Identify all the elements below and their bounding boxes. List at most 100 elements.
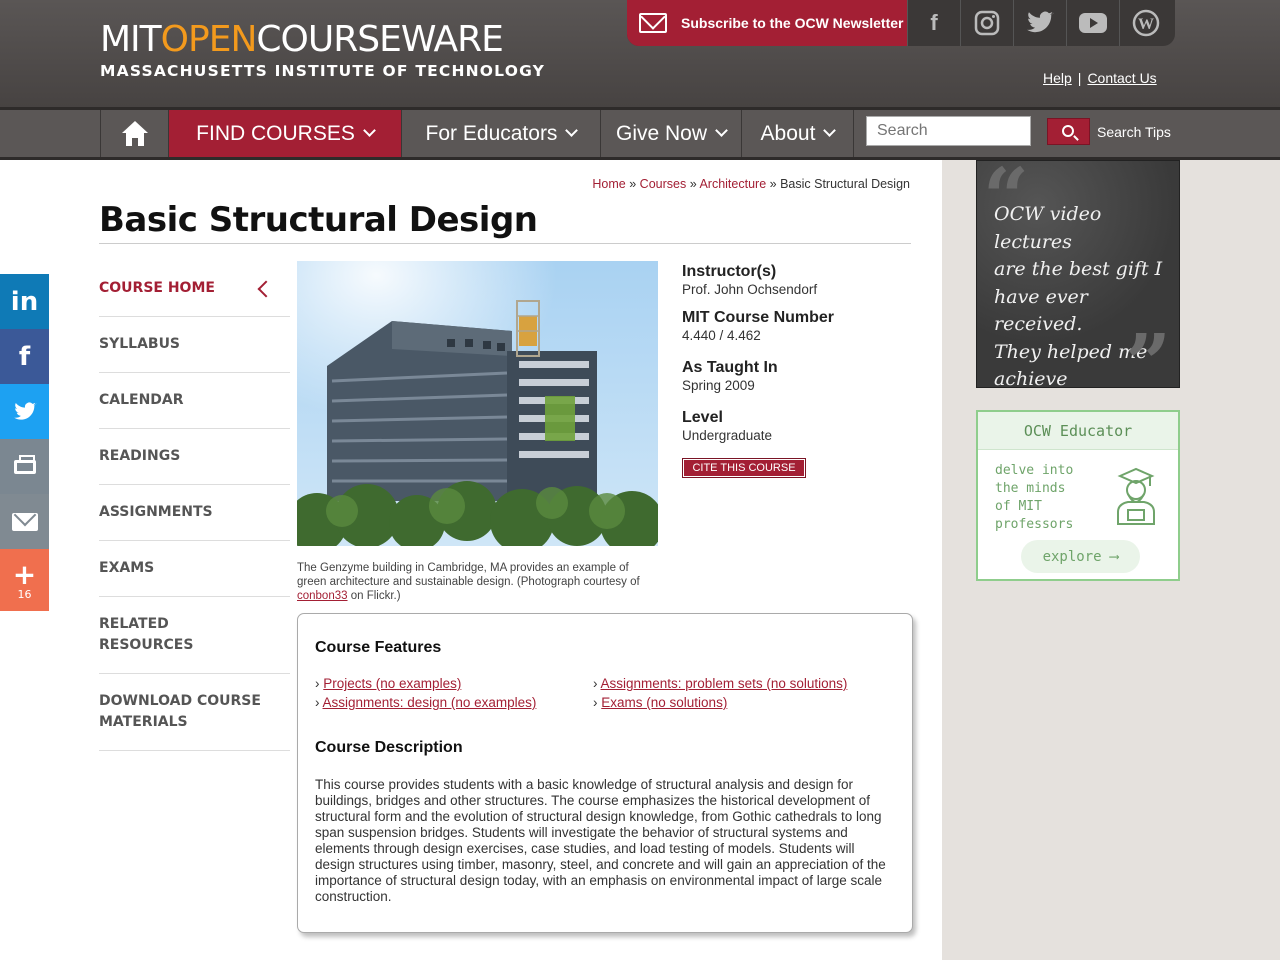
course-number-value: 4.440 / 4.462 [682,328,761,343]
nav-find-courses[interactable]: FIND COURSES [168,110,401,157]
course-nav-download-materials[interactable]: DOWNLOAD COURSE MATERIALS [99,674,269,750]
breadcrumb-separator: » [689,177,697,191]
page-title: Basic Structural Design [99,200,538,240]
share-count: 16 [17,588,32,601]
instructor-value: Prof. John Ochsendorf [682,282,818,297]
print-share-icon[interactable] [0,439,49,494]
printer-icon [13,454,36,474]
instagram-icon[interactable] [960,0,1013,46]
share-sidebar: in f + 16 [0,274,49,611]
course-nav-calendar[interactable]: CALENDAR [99,373,290,429]
course-nav-syllabus[interactable]: SYLLABUS [99,317,290,373]
features-heading: Course Features [315,639,442,656]
course-nav-assignments[interactable]: ASSIGNMENTS [99,485,290,541]
nav-find-courses-label: FIND COURSES [196,121,355,145]
main-nav: FIND COURSES For Educators Give Now Abou… [0,107,1280,160]
chevron-down-icon [715,124,728,137]
plus-icon: + [12,558,37,591]
search-icon [1061,124,1074,137]
description-heading: Course Description [315,739,463,756]
course-nav-label: EXAMS [99,560,155,576]
caption-credit-link[interactable]: conbon33 [297,590,348,602]
twitter-icon[interactable] [1013,0,1066,46]
twitter-share-icon[interactable] [0,384,49,439]
course-info: Instructor(s) Prof. John Ochsendorf MIT … [682,263,912,444]
course-nav-label: COURSE HOME [99,280,215,296]
breadcrumb-architecture[interactable]: Architecture [699,177,766,191]
features-list: › Projects (no examples) › Assignments: … [315,676,895,710]
feature-link-projects[interactable]: Projects (no examples) [323,676,461,691]
course-nav-exams[interactable]: EXAMS [99,541,290,597]
testimonial-quote[interactable]: “ OCW video lectures are the best gift I… [976,160,1180,388]
feature-link-design[interactable]: Assignments: design (no examples) [323,695,537,710]
breadcrumb-separator: » [629,177,637,191]
course-nav: COURSE HOME SYLLABUS CALENDAR READINGS A… [99,261,290,751]
course-nav-label: READINGS [99,448,181,464]
logo-open: OPEN [160,19,258,60]
course-description: This course provides students with a bas… [315,777,886,904]
level-value: Undergraduate [682,428,773,443]
nav-about-label: About [760,121,816,145]
search-tips-link[interactable]: Search Tips [1097,124,1171,140]
chevron-left-icon [257,280,275,297]
nav-give-now[interactable]: Give Now [600,110,741,157]
help-links: Help | Contact Us [1043,70,1157,86]
logo-courseware: COURSEWARE [256,19,503,60]
course-nav-readings[interactable]: READINGS [99,429,290,485]
cite-course-button[interactable]: CITE THIS COURSE [682,458,806,478]
envelope-icon [639,13,667,33]
bullet-icon: › [593,676,598,691]
logo-mit: MIT [100,19,162,60]
course-image [297,261,658,546]
youtube-icon[interactable] [1066,0,1119,46]
course-nav-label: DOWNLOAD COURSE MATERIALS [99,693,261,730]
help-link[interactable]: Help [1043,70,1072,86]
educator-tagline: delve into the minds of MIT professors [995,463,1074,532]
explore-button[interactable]: explore ⟶ [1021,540,1140,573]
feature-item: › Assignments: problem sets (no solution… [593,676,893,691]
bullet-icon: › [315,695,320,710]
newsletter-subscribe-button[interactable]: Subscribe to the OCW Newsletter [627,0,907,46]
social-links: f W [907,0,1172,46]
nav-for-educators[interactable]: For Educators [401,110,600,157]
search-input[interactable] [866,116,1031,146]
help-separator: | [1077,70,1082,86]
facebook-share-icon[interactable]: f [0,329,49,384]
contact-us-link[interactable]: Contact Us [1087,70,1156,86]
feature-item: › Projects (no examples) [315,676,593,691]
breadcrumb: Home » Courses » Architecture » Basic St… [592,177,910,191]
course-nav-related-resources[interactable]: RELATED RESOURCES [99,597,249,673]
instructor-label: Instructor(s) [682,263,777,280]
breadcrumb-current: Basic Structural Design [780,177,910,191]
wordpress-icon[interactable]: W [1119,0,1172,46]
nav-for-educators-label: For Educators [425,121,558,145]
level-label: Level [682,409,723,426]
chevron-down-icon [823,124,837,137]
professor-icon [1117,467,1155,525]
breadcrumb-home[interactable]: Home [592,177,625,191]
chevron-down-icon [362,124,376,137]
feature-link-exams[interactable]: Exams (no solutions) [601,695,727,710]
search-button[interactable] [1047,118,1090,145]
breadcrumb-courses[interactable]: Courses [640,177,687,191]
nav-home[interactable] [100,110,168,157]
linkedin-share-icon[interactable]: in [0,274,49,329]
ocw-educator-promo[interactable]: OCW Educator delve into the minds of MIT… [976,410,1180,581]
feature-item: › Exams (no solutions) [593,695,893,710]
course-nav-home[interactable]: COURSE HOME [99,261,290,317]
ocw-logo[interactable]: MITOPENCOURSEWARE MASSACHUSETTS INSTITUT… [100,19,545,81]
more-share-button[interactable]: + 16 [0,549,49,611]
chevron-down-icon [565,124,579,137]
course-features-box: Course Features › Projects (no examples)… [297,613,913,933]
close-quote-icon: ” [1124,316,1171,388]
caption-tail: on Flickr.) [347,590,401,602]
breadcrumb-separator: » [769,177,777,191]
course-nav-label: RELATED RESOURCES [99,616,194,653]
facebook-icon[interactable]: f [907,0,960,46]
course-nav-label: SYLLABUS [99,336,181,352]
email-share-icon[interactable] [0,494,49,549]
site-header: MITOPENCOURSEWARE MASSACHUSETTS INSTITUT… [0,0,1280,107]
nav-about[interactable]: About [741,110,854,157]
nav-give-now-label: Give Now [615,121,708,145]
feature-link-problem-sets[interactable]: Assignments: problem sets (no solutions) [601,676,848,691]
